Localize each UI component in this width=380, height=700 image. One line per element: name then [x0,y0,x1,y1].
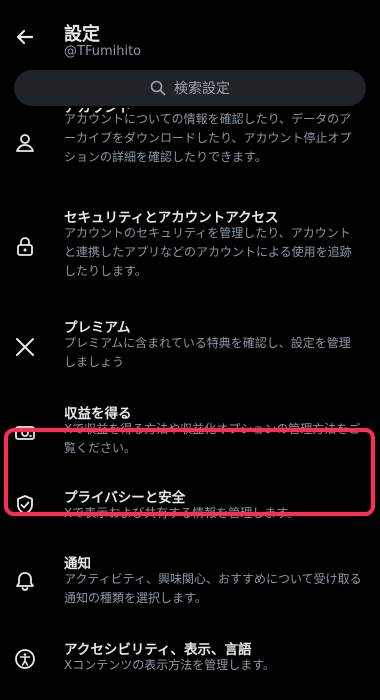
page-title: 設定 [64,24,100,45]
settings-item-account[interactable]: アカウント アカウントについての情報を確認したり、データのアーカイブをダウンロー… [0,108,380,182]
settings-item-accessibility[interactable]: アクセシビリティ、表示、言語 Xコンテンツの表示方法を管理します。 [0,638,380,682]
settings-item-notifications[interactable]: 通知 アクティビティ、興味関心、おすすめについて受け取る通知の種類を選択します。 [0,552,380,612]
settings-list: アカウント アカウントについての情報を確認したり、データのアーカイブをダウンロー… [0,108,380,700]
back-arrow-icon[interactable] [12,24,38,50]
header: 設定 @TFumihito [0,0,380,66]
search-input[interactable]: 検索設定 [14,70,366,106]
settings-item-description: プレミアムに含まれている特典を確認し、設定を管理しましょう [64,336,351,369]
account-handle: @TFumihito [64,44,142,59]
search-placeholder: 検索設定 [174,81,230,97]
settings-item-name: 通知 [64,556,91,572]
bell-icon [12,568,38,594]
settings-item-premium[interactable]: プレミアム プレミアムに含まれている特典を確認し、設定を管理しましょう [0,316,380,376]
person-icon [12,130,38,156]
settings-item-name: プレミアム [64,320,131,336]
settings-item-name: 収益を得る [64,406,132,422]
settings-item-name: アクセシビリティ、表示、言語 [64,642,252,658]
settings-item-security[interactable]: セキュリティとアカウントアクセス アカウントのセキュリティを管理したり、アカウン… [0,206,380,286]
settings-item-name: セキュリティとアカウントアクセス [64,210,279,226]
lock-icon [12,234,38,260]
highlight-box [4,428,375,516]
settings-item-description: アクティビティ、興味関心、おすすめについて受け取る通知の種類を選択します。 [64,572,362,605]
settings-item-description: アカウントのセキュリティを管理したり、アカウントと連携したアプリなどのアカウント… [64,226,352,278]
x-logo-icon [12,334,38,360]
search-icon [150,80,166,96]
accessibility-icon [12,646,38,672]
settings-item-description: Xコンテンツの表示方法を管理します。 [64,658,276,672]
settings-item-description: アカウントについての情報を確認したり、データのアーカイブをダウンロードしたり、ア… [64,112,352,164]
